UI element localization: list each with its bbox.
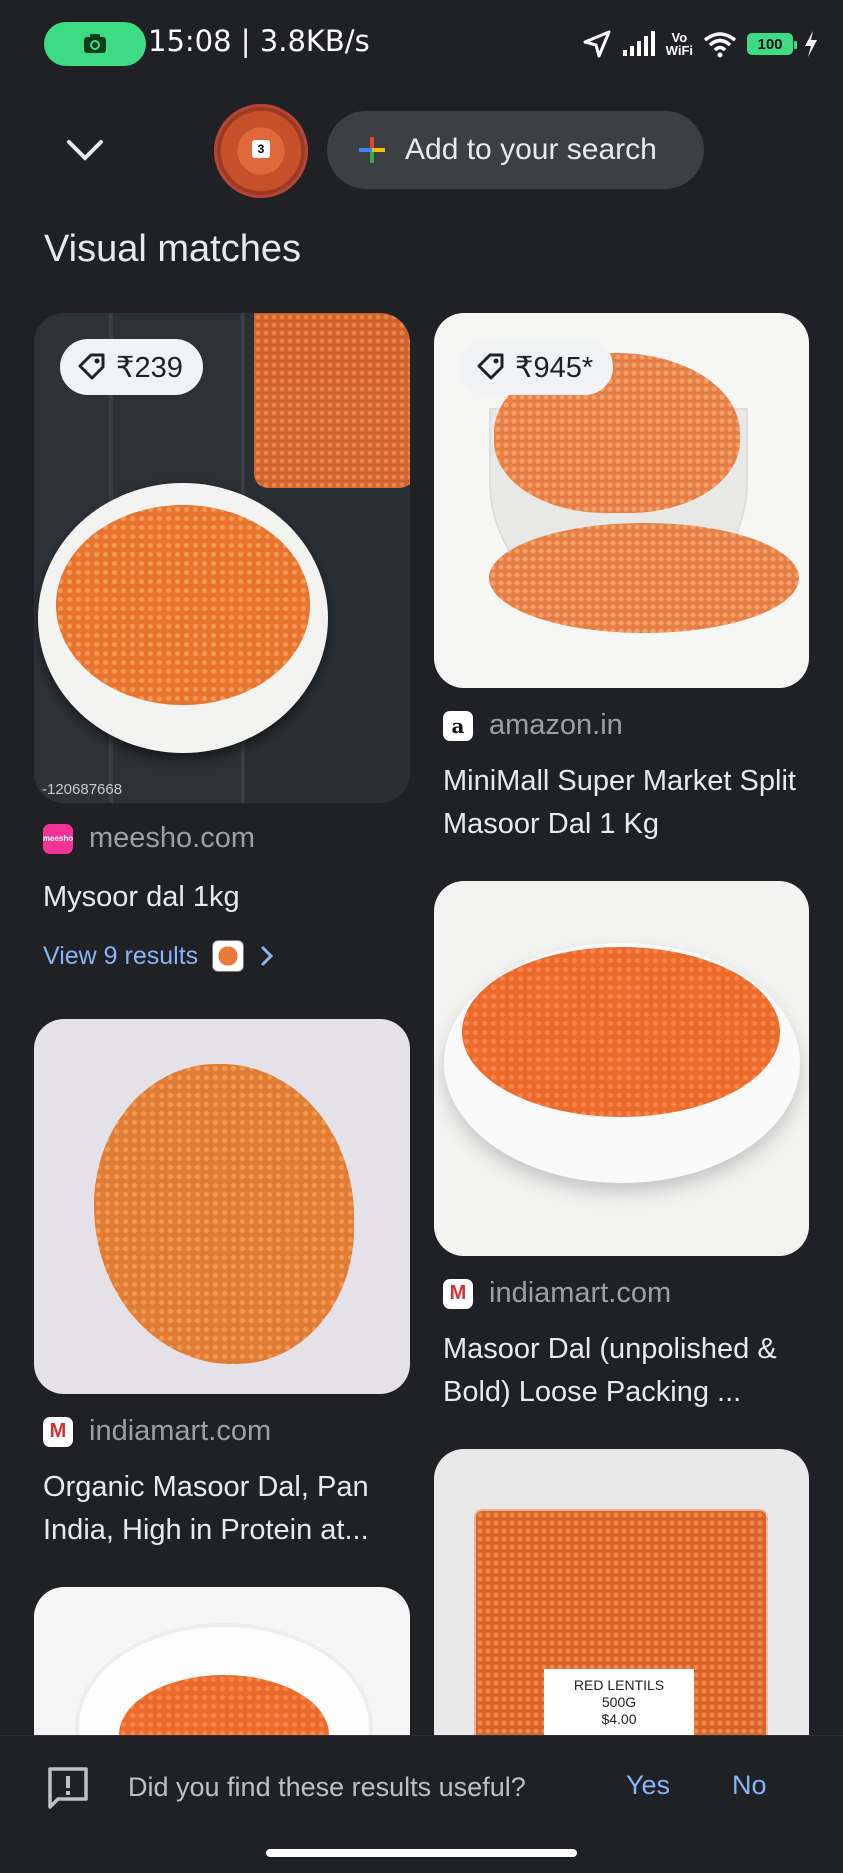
label-line: 500G: [601, 1694, 637, 1710]
amazon-favicon-icon: a: [443, 710, 473, 741]
status-icons: Vo WiFi 100: [582, 22, 819, 66]
lentils-in-bowl-image: [462, 947, 780, 1117]
lentil-pile-image: [94, 1064, 354, 1364]
chevron-down-icon: [67, 140, 103, 161]
collapse-chevron-button[interactable]: [60, 125, 110, 175]
source-domain: indiamart.com: [89, 1415, 272, 1447]
add-to-search-button[interactable]: Add to your search: [327, 111, 704, 189]
view-results-link[interactable]: View 9 results: [43, 940, 276, 972]
price-tag-icon: [477, 353, 504, 380]
feedback-yes-button[interactable]: Yes: [626, 1770, 670, 1801]
clock-and-speed: 15:08 | 3.8KB/s: [148, 24, 370, 58]
source-domain: amazon.in: [489, 709, 623, 741]
status-bar: 15:08 | 3.8KB/s Vo WiFi 100: [0, 0, 843, 90]
result-title[interactable]: Organic Masoor Dal, Pan India, High in P…: [43, 1466, 423, 1552]
result-image[interactable]: [34, 1587, 410, 1735]
result-source[interactable]: M indiamart.com: [443, 1277, 671, 1310]
indiamart-favicon-icon: M: [43, 1416, 73, 1447]
feedback-no-button[interactable]: No: [732, 1770, 767, 1801]
battery-indicator: 100: [747, 33, 797, 55]
image-watermark: -120687668: [42, 781, 123, 798]
result-title[interactable]: Masoor Dal (unpolished & Bold) Loose Pac…: [443, 1328, 823, 1414]
price-tag: ₹945*: [459, 339, 614, 395]
lentils-in-bowl-image: [56, 505, 310, 705]
section-title: Visual matches: [44, 228, 301, 270]
result-title[interactable]: MiniMall Super Market Split Masoor Dal 1…: [443, 760, 813, 846]
result-source[interactable]: meesho meesho.com: [43, 822, 255, 855]
feedback-question: Did you find these results useful?: [128, 1772, 526, 1802]
plus-icon: [359, 137, 385, 163]
location-arrow-icon: [583, 30, 611, 58]
price-label: ₹945*: [515, 351, 594, 384]
camera-icon: [84, 34, 106, 53]
charging-bolt-icon: [805, 31, 817, 57]
vowifi-indicator: Vo WiFi: [665, 30, 693, 58]
add-to-search-label: Add to your search: [405, 133, 657, 166]
label-line: RED LENTILS: [573, 1677, 665, 1693]
view-results-label: View 9 results: [43, 941, 199, 970]
source-domain: indiamart.com: [489, 1277, 672, 1309]
result-title[interactable]: Mysoor dal 1kg: [43, 876, 413, 919]
indiamart-favicon-icon: M: [443, 1278, 473, 1309]
lentil-jar-image: [254, 313, 410, 488]
result-image[interactable]: [34, 1019, 410, 1394]
meesho-favicon-icon: meesho: [43, 823, 73, 854]
wifi-icon: [703, 32, 737, 58]
feedback-icon: [48, 1767, 88, 1809]
screen-record-indicator[interactable]: [44, 22, 146, 66]
results-thumbnail-icon: [212, 940, 245, 972]
label-line: $4.00: [601, 1711, 637, 1727]
price-tag-icon: [78, 353, 105, 380]
thumbnail-badge: 3: [252, 140, 270, 158]
result-image[interactable]: RED LENTILS 500G $4.00: [434, 1449, 809, 1735]
price-label: ₹239: [116, 351, 183, 384]
home-indicator[interactable]: [266, 1849, 577, 1857]
lentil-pile-image: [489, 523, 799, 633]
result-image[interactable]: [434, 881, 809, 1256]
result-source[interactable]: M indiamart.com: [43, 1415, 271, 1448]
product-label: RED LENTILS 500G $4.00: [544, 1669, 694, 1735]
signal-icon: [622, 31, 655, 56]
chevron-right-icon: [261, 946, 274, 966]
source-domain: meesho.com: [89, 822, 256, 854]
price-tag: ₹239: [60, 339, 203, 395]
result-source[interactable]: a amazon.in: [443, 709, 623, 742]
